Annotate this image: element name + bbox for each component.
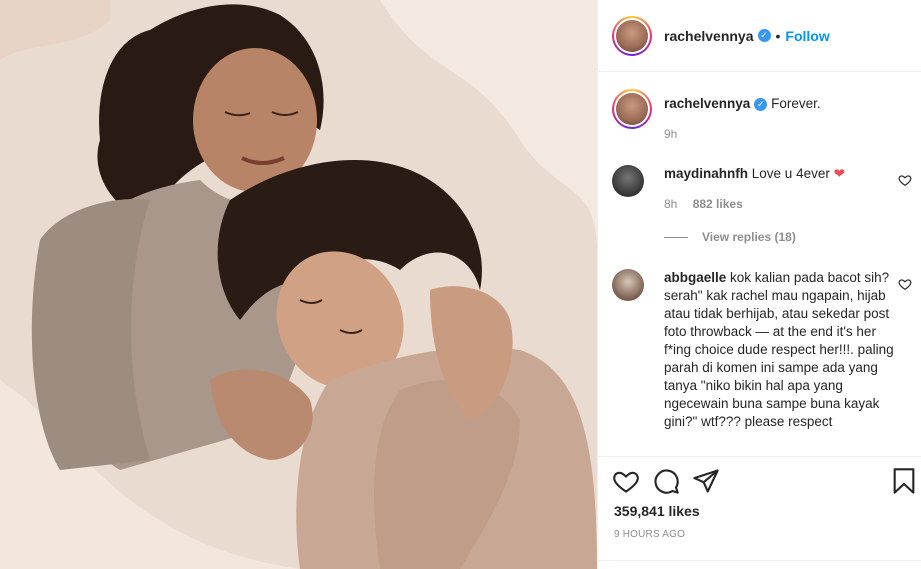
share-icon[interactable] (692, 467, 720, 495)
view-replies-label: View replies (18) (702, 230, 796, 244)
photo-illustration (0, 0, 597, 569)
replies-line (664, 237, 688, 239)
heart-icon[interactable] (612, 467, 640, 495)
author-avatar[interactable] (612, 15, 652, 56)
caption-username[interactable]: rachelvennya (664, 96, 750, 111)
separator-dot: • (775, 27, 781, 44)
likes-count[interactable]: 359,841 likes (614, 503, 700, 519)
caption: rachelvennya ✓ Forever. 9h (612, 89, 912, 149)
caption-avatar[interactable] (612, 89, 652, 129)
commenter-avatar[interactable] (612, 165, 644, 197)
comment-text: kok kalian pada bacot sih? serah" kak ra… (664, 270, 894, 429)
comment-like-icon[interactable] (898, 173, 912, 187)
post-photo[interactable] (0, 0, 597, 569)
add-comment-bar[interactable] (598, 560, 921, 569)
caption-text: Forever. (771, 96, 821, 111)
post-header: rachelvennya ✓ • Follow (598, 0, 921, 72)
bookmark-icon[interactable] (890, 467, 918, 495)
commenter-avatar[interactable] (612, 269, 644, 301)
post-actions: 359,841 likes 9 HOURS AGO (598, 456, 921, 569)
caption-time[interactable]: 9h (664, 127, 677, 141)
comment-username[interactable]: maydinahnfh (664, 166, 748, 181)
comments-list[interactable]: rachelvennya ✓ Forever. 9h maydinahnfh Lo… (598, 73, 921, 456)
verified-icon: ✓ (757, 29, 771, 42)
follow-button[interactable]: Follow (785, 28, 829, 44)
comment-time[interactable]: 8h (664, 197, 677, 211)
post-sidebar: rachelvennya ✓ • Follow rachelvennya ✓ Fo… (597, 0, 921, 569)
author-username[interactable]: rachelvennya (664, 28, 754, 44)
post-time[interactable]: 9 HOURS AGO (614, 529, 685, 540)
comment-like-icon[interactable] (898, 277, 912, 291)
comment-text: Love u 4ever (751, 166, 830, 181)
comment-item: abbgaelle kok kalian pada bacot sih? ser… (612, 269, 912, 456)
comment-username[interactable]: abbgaelle (664, 270, 726, 285)
view-replies-button[interactable]: View replies (18) (664, 230, 796, 244)
red-heart-emoji: ❤ (833, 166, 845, 181)
verified-icon: ✓ (754, 98, 768, 111)
comment-item: maydinahnfh Love u 4ever ❤ 8h 882 likes … (612, 165, 912, 245)
comment-likes[interactable]: 882 likes (693, 197, 743, 211)
comment-icon[interactable] (652, 467, 680, 495)
